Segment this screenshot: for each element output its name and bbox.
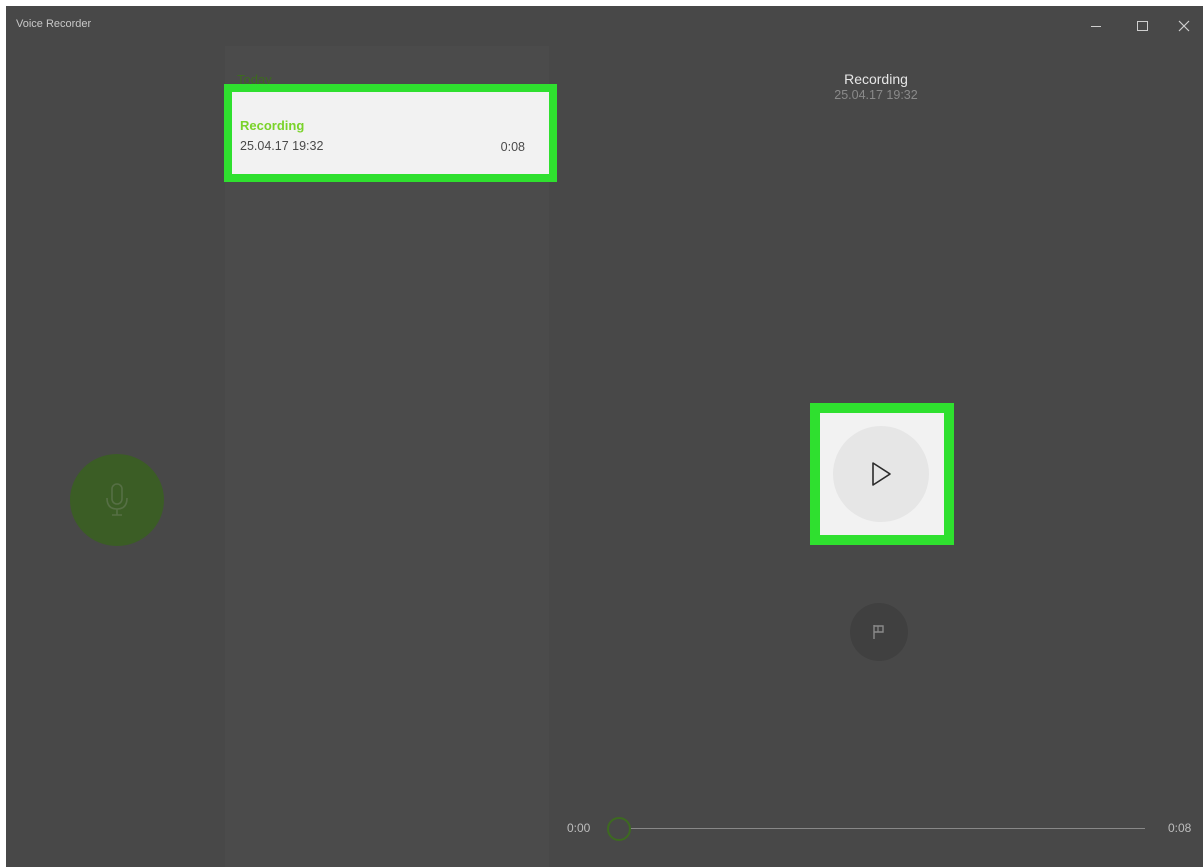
play-button-highlight bbox=[810, 403, 954, 545]
screenshot-frame: Voice Recorder Today Recording 25.04.17 … bbox=[0, 0, 1203, 867]
maximize-button[interactable] bbox=[1122, 12, 1162, 40]
title-bar: Voice Recorder bbox=[6, 6, 1203, 46]
current-time: 0:00 bbox=[567, 821, 591, 835]
record-button[interactable] bbox=[70, 454, 164, 546]
app-window: Voice Recorder Today Recording 25.04.17 … bbox=[6, 6, 1203, 867]
total-time: 0:08 bbox=[1168, 821, 1192, 835]
play-button[interactable] bbox=[833, 426, 929, 522]
window-title: Voice Recorder bbox=[16, 18, 92, 30]
recording-date: 25.04.17 19:32 bbox=[834, 88, 918, 102]
recording-item-highlight: Recording 25.04.17 19:32 0:08 bbox=[224, 84, 557, 182]
flag-icon bbox=[873, 625, 884, 639]
add-marker-button[interactable] bbox=[850, 603, 908, 661]
recording-list-item[interactable]: Recording 25.04.17 19:32 0:08 bbox=[232, 92, 549, 174]
close-button[interactable] bbox=[1164, 12, 1203, 40]
minimize-button[interactable] bbox=[1076, 12, 1116, 40]
recording-item-duration: 0:08 bbox=[500, 140, 525, 154]
microphone-icon bbox=[106, 483, 128, 516]
recording-item-name: Recording bbox=[240, 118, 305, 133]
play-icon bbox=[872, 462, 891, 486]
play-button-card bbox=[820, 413, 944, 535]
maximize-icon bbox=[1136, 21, 1148, 31]
playback-track[interactable] bbox=[609, 828, 1145, 829]
recording-title: Recording bbox=[844, 71, 908, 87]
left-rail bbox=[6, 46, 225, 867]
playback-thumb[interactable] bbox=[607, 817, 631, 841]
minimize-icon bbox=[1091, 25, 1101, 27]
close-icon bbox=[1178, 20, 1190, 32]
recording-item-date: 25.04.17 19:32 bbox=[240, 139, 324, 153]
